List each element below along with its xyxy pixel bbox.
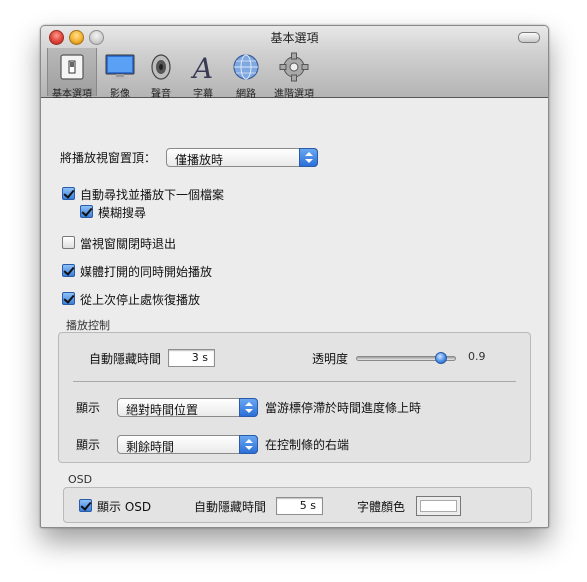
show2-desc: 在控制條的右端 [265, 438, 350, 452]
tab-network[interactable]: 網路 [227, 48, 265, 100]
fuzzy-search-checkbox[interactable] [80, 205, 93, 218]
show2-popup-value: 剩餘時間 [126, 440, 175, 454]
ontop-popup[interactable]: 僅播放時 [166, 148, 318, 167]
font-color-well[interactable] [416, 496, 461, 516]
osd-autohide-label: 自動隱藏時間 [194, 500, 267, 514]
show1-popup[interactable]: 絕對時間位置 [117, 398, 258, 417]
tab-general[interactable]: 基本選項 [47, 48, 97, 100]
window-title: 基本選項 [270, 31, 319, 45]
playback-control-group: 自動隱藏時間 3 s 透明度 0.9 顯示 絕對時間位置 當游標停滯於時間進度條… [58, 332, 531, 463]
osd-autohide-input[interactable]: 5 s [276, 497, 323, 515]
general-pane: 將播放視窗置頂： 僅播放時 自動尋找並播放下一個檔案 模糊搜尋 當視窗關閉時退出… [41, 98, 548, 527]
osd-heading: OSD [68, 473, 93, 486]
monitor-icon [105, 54, 135, 79]
svg-text:A: A [190, 52, 213, 82]
quit-on-close-label: 當視窗關閉時退出 [80, 237, 177, 251]
tab-subtitle[interactable]: A 字幕 [184, 48, 222, 100]
tab-advanced[interactable]: 進階選項 [268, 48, 320, 100]
font-color-swatch [420, 500, 457, 512]
globe-icon [233, 54, 259, 80]
ontop-label: 將播放視窗置頂： [60, 151, 157, 165]
pc-autohide-label: 自動隱藏時間 [89, 352, 162, 366]
show1-desc: 當游標停滯於時間進度條上時 [265, 401, 422, 415]
auto-next-label: 自動尋找並播放下一個檔案 [80, 188, 225, 202]
playback-control-heading: 播放控制 [66, 319, 110, 332]
play-on-open-label: 媒體打開的同時開始播放 [80, 265, 213, 279]
show2-popup[interactable]: 剩餘時間 [117, 435, 258, 454]
resume-label: 從上次停止處恢復播放 [80, 293, 201, 307]
popup-arrows-icon [239, 398, 258, 417]
show2-label: 顯示 [76, 438, 101, 452]
opacity-slider-knob[interactable] [435, 352, 447, 364]
popup-arrows-icon [299, 148, 318, 167]
quit-on-close-checkbox[interactable] [62, 236, 75, 249]
resume-checkbox[interactable] [62, 292, 75, 305]
tab-audio[interactable]: 聲音 [142, 48, 180, 100]
preferences-window: 基本選項 基本選項 影像 聲音 A 字幕 網路 進階選項 將播放視窗置頂： 僅播… [40, 25, 549, 528]
osd-show-checkbox[interactable] [79, 499, 92, 512]
auto-next-checkbox[interactable] [62, 187, 75, 200]
titlebar: 基本選項 基本選項 影像 聲音 A 字幕 網路 進階選項 [41, 26, 548, 100]
show1-popup-value: 絕對時間位置 [126, 403, 199, 417]
opacity-label: 透明度 [312, 352, 349, 366]
opacity-value: 0.9 [468, 350, 486, 363]
tab-video[interactable]: 影像 [101, 48, 139, 100]
font-color-label: 字體顏色 [357, 500, 406, 514]
osd-group: 顯示 OSD 自動隱藏時間 5 s 字體顏色 [63, 487, 532, 523]
switch-icon [60, 54, 84, 80]
letter-a-icon: A [190, 52, 213, 82]
pc-autohide-input[interactable]: 3 s [168, 349, 215, 367]
show1-label: 顯示 [76, 401, 101, 415]
gear-icon [279, 52, 309, 82]
toolbar-toggle-button[interactable] [518, 32, 540, 43]
popup-arrows-icon [239, 435, 258, 454]
ontop-popup-value: 僅播放時 [175, 153, 224, 167]
pc-divider [73, 381, 516, 382]
play-on-open-checkbox[interactable] [62, 264, 75, 277]
speaker-icon [151, 54, 171, 80]
fuzzy-search-label: 模糊搜尋 [98, 206, 147, 220]
osd-show-label: 顯示 OSD [97, 500, 152, 514]
